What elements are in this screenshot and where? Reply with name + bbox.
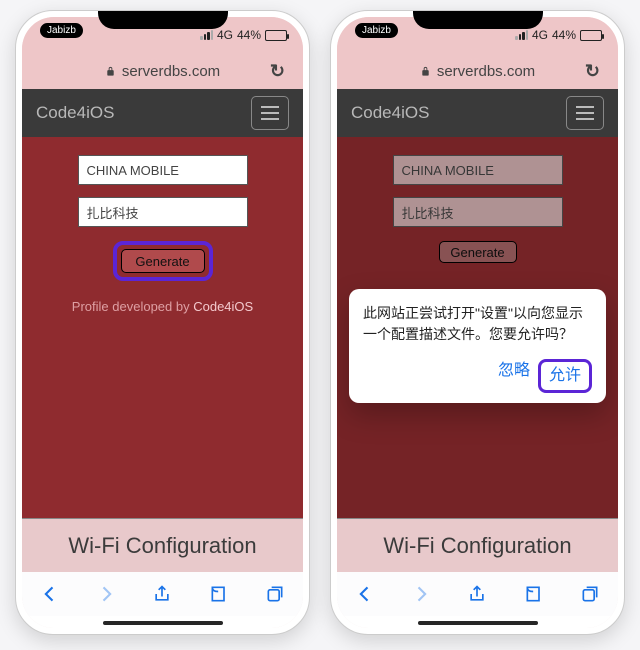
- lock-icon: [420, 66, 431, 77]
- credit-link[interactable]: Code4iOS: [193, 299, 253, 314]
- app-badge: Jabizb: [355, 23, 398, 38]
- phone-right: Jabizb 4G 44% serverdbs.com ↻ Code4iOS: [330, 10, 625, 635]
- network-label: 4G: [532, 28, 548, 42]
- domain-label: serverdbs.com: [437, 63, 535, 80]
- forward-icon[interactable]: [95, 583, 117, 605]
- back-icon[interactable]: [39, 583, 61, 605]
- page-title: Code4iOS: [351, 103, 429, 123]
- content: Generate Profile developed by Code4iOS W…: [22, 137, 303, 572]
- battery-icon: [580, 30, 602, 41]
- refresh-icon[interactable]: ↻: [270, 61, 285, 82]
- hamburger-icon[interactable]: [251, 96, 289, 130]
- battery-label: 44%: [237, 28, 261, 42]
- tabs-icon[interactable]: [579, 583, 601, 605]
- hamburger-icon[interactable]: [566, 96, 604, 130]
- bookmarks-icon[interactable]: [208, 583, 230, 605]
- page-title: Code4iOS: [36, 103, 114, 123]
- credit-prefix: Profile developed by: [72, 299, 193, 314]
- notch: [98, 10, 228, 29]
- share-icon[interactable]: [466, 583, 488, 605]
- home-indicator: [418, 621, 538, 625]
- tabs-icon[interactable]: [264, 583, 286, 605]
- status-right: 4G 44%: [200, 28, 287, 42]
- back-icon[interactable]: [354, 583, 376, 605]
- signal-icon: [200, 30, 213, 40]
- permission-dialog: 此网站正尝试打开"设置"以向您显示一个配置描述文件。您要允许吗？ 忽略 允许: [349, 289, 606, 403]
- forward-icon[interactable]: [410, 583, 432, 605]
- dialog-message: 此网站正尝试打开"设置"以向您显示一个配置描述文件。您要允许吗？: [363, 303, 592, 345]
- share-icon[interactable]: [151, 583, 173, 605]
- wifi-config-heading: Wi-Fi Configuration: [22, 518, 303, 572]
- dialog-actions: 忽略 允许: [363, 359, 592, 393]
- phone-left: Jabizb 4G 44% serverdbs.com ↻ Code4iOS: [15, 10, 310, 635]
- name-input[interactable]: [78, 197, 248, 227]
- content: Generate 此网站正尝试打开"设置"以向您显示一个配置描述文件。您要允许吗…: [337, 137, 618, 572]
- home-indicator: [103, 621, 223, 625]
- screen-left: Jabizb 4G 44% serverdbs.com ↻ Code4iOS: [22, 17, 303, 628]
- generate-highlight: Generate: [113, 241, 213, 281]
- status-right: 4G 44%: [515, 28, 602, 42]
- credit-line: Profile developed by Code4iOS: [72, 299, 253, 314]
- notch: [413, 10, 543, 29]
- bookmarks-icon[interactable]: [523, 583, 545, 605]
- url-display: serverdbs.com: [420, 63, 535, 80]
- signal-icon: [515, 30, 528, 40]
- allow-button[interactable]: 允许: [549, 367, 581, 384]
- safari-toolbar: [22, 572, 303, 616]
- app-badge: Jabizb: [40, 23, 83, 38]
- battery-label: 44%: [552, 28, 576, 42]
- navbar: Code4iOS: [337, 89, 618, 137]
- allow-highlight: 允许: [538, 359, 592, 393]
- generate-button[interactable]: Generate: [121, 249, 205, 273]
- domain-label: serverdbs.com: [122, 63, 220, 80]
- urlbar[interactable]: serverdbs.com ↻: [337, 53, 618, 89]
- network-label: 4G: [217, 28, 233, 42]
- ignore-button[interactable]: 忽略: [498, 359, 530, 393]
- urlbar[interactable]: serverdbs.com ↻: [22, 53, 303, 89]
- navbar: Code4iOS: [22, 89, 303, 137]
- lock-icon: [105, 66, 116, 77]
- safari-toolbar: [337, 572, 618, 616]
- wifi-config-heading: Wi-Fi Configuration: [337, 518, 618, 572]
- battery-icon: [265, 30, 287, 41]
- screen-right: Jabizb 4G 44% serverdbs.com ↻ Code4iOS: [337, 17, 618, 628]
- refresh-icon[interactable]: ↻: [585, 61, 600, 82]
- carrier-input[interactable]: [78, 155, 248, 185]
- url-display: serverdbs.com: [105, 63, 220, 80]
